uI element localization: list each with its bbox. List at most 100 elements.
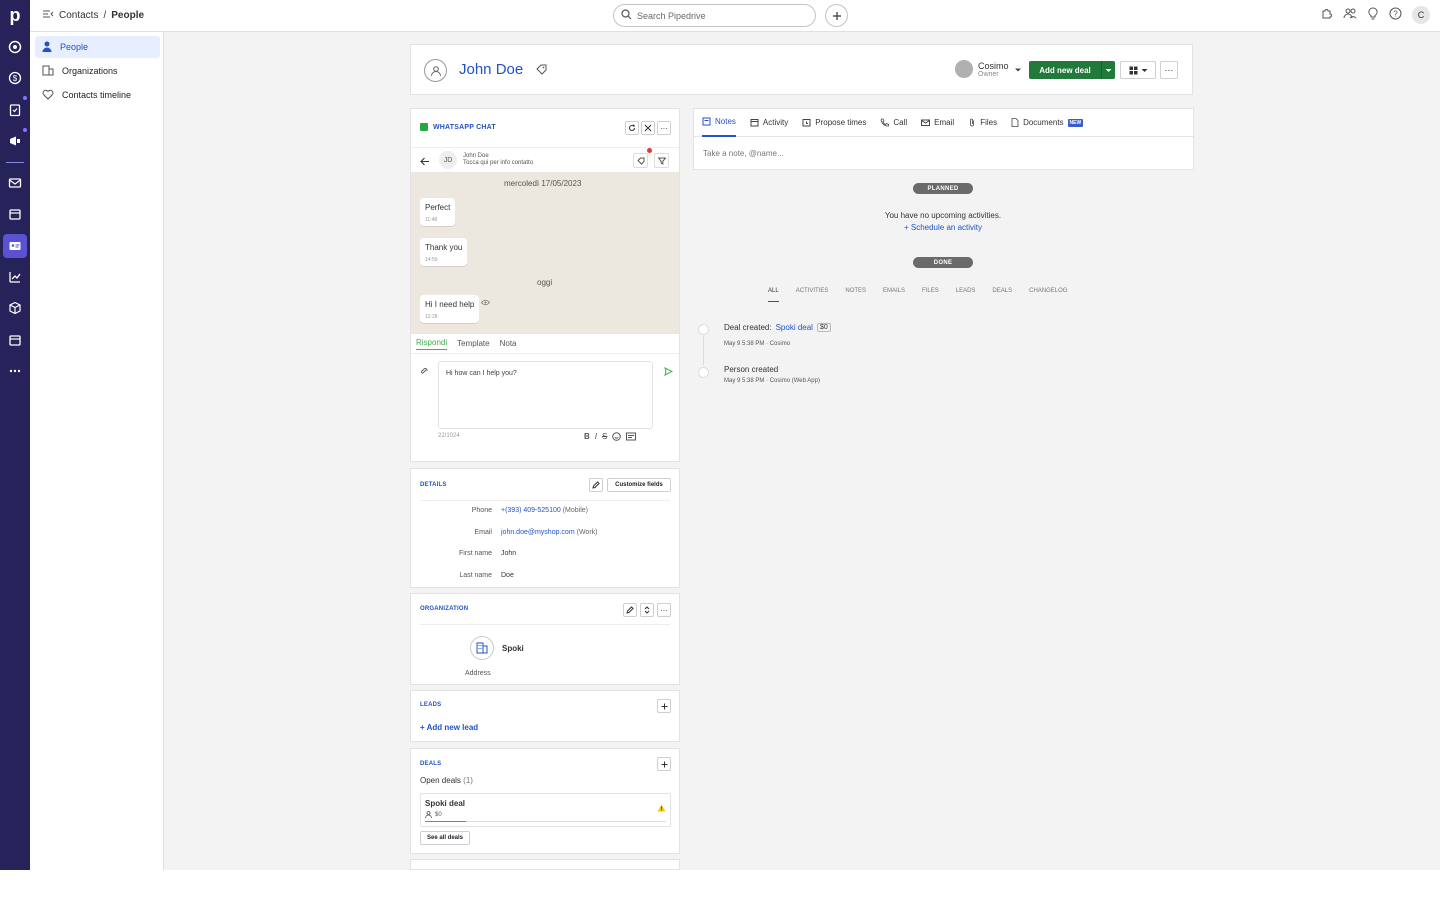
help-icon[interactable]: ?: [1389, 7, 1402, 23]
message-text: Thank you: [425, 243, 463, 252]
target-icon[interactable]: [5, 37, 25, 57]
tab-propose-times[interactable]: Propose times: [802, 109, 866, 137]
whatsapp-more-button[interactable]: ···: [657, 121, 671, 135]
italic-icon[interactable]: I: [595, 432, 597, 443]
planned-badge: PLANNED: [913, 183, 973, 194]
label-tag-button[interactable]: [633, 153, 648, 168]
tab-call[interactable]: Call: [880, 109, 907, 137]
chart-icon[interactable]: [5, 267, 25, 287]
chat-message[interactable]: Hi I need help 12:28: [420, 295, 480, 323]
message-input[interactable]: Hi how can I help you?: [438, 361, 653, 429]
phone-link[interactable]: +(393) 409-525100: [501, 507, 561, 514]
strikethrough-icon[interactable]: S: [602, 432, 607, 443]
filter-notes[interactable]: NOTES: [845, 288, 866, 302]
emoji-icon[interactable]: [612, 432, 622, 443]
tab-activity[interactable]: Activity: [750, 109, 788, 137]
back-arrow-icon[interactable]: [420, 155, 430, 169]
filter-emails[interactable]: EMAILS: [883, 288, 905, 302]
deal-card[interactable]: Spoki deal $0: [420, 793, 671, 827]
send-icon[interactable]: [664, 365, 674, 379]
collapse-button[interactable]: [641, 121, 655, 135]
tasks-icon[interactable]: [5, 100, 25, 120]
filter-leads[interactable]: LEADS: [956, 288, 976, 302]
organization-name[interactable]: Spoki: [502, 644, 524, 653]
attach-icon[interactable]: [420, 365, 428, 379]
template-icon[interactable]: [626, 432, 637, 443]
store-icon[interactable]: [5, 330, 25, 350]
note-input[interactable]: Take a note, @name...: [703, 149, 784, 158]
add-deal-plus-button[interactable]: [657, 757, 671, 771]
schedule-activity-link[interactable]: + Schedule an activity: [843, 223, 1043, 232]
chat-message[interactable]: Perfect 11:48: [420, 198, 456, 226]
tab-rispondi[interactable]: Rispondi: [416, 338, 448, 350]
add-lead-plus-button[interactable]: [657, 699, 671, 713]
filter-all[interactable]: ALL: [768, 288, 779, 302]
owner-selector[interactable]: Cosimo Owner: [955, 60, 1022, 78]
chevron-down-icon: [1141, 68, 1147, 72]
filter-changelog[interactable]: CHANGELOG: [1029, 288, 1067, 302]
calendar-icon[interactable]: [5, 204, 25, 224]
add-new-deal-label: Add new deal: [1039, 65, 1091, 75]
change-organization-button[interactable]: [640, 603, 654, 617]
filter-button[interactable]: [654, 153, 669, 168]
tag-icon[interactable]: [536, 64, 547, 78]
tab-notes[interactable]: Notes: [702, 109, 736, 137]
person-avatar-icon: [424, 59, 447, 82]
filter-activities[interactable]: ACTIVITIES: [796, 288, 829, 302]
more-actions-button[interactable]: ···: [1160, 61, 1178, 79]
sidebar-item-contacts-timeline[interactable]: Contacts timeline: [35, 84, 160, 106]
breadcrumb-root[interactable]: Contacts: [59, 10, 98, 21]
see-all-deals-button[interactable]: See all deals: [420, 831, 470, 845]
tab-documents[interactable]: Documents NEW: [1011, 109, 1084, 137]
divider: [420, 500, 670, 501]
sidebar-item-people[interactable]: People: [35, 36, 160, 58]
search-placeholder: Search Pipedrive: [637, 10, 706, 21]
organization-panel: ORGANIZATION ··· Spoki Address: [410, 593, 680, 685]
add-new-deal-button[interactable]: Add new deal: [1029, 61, 1115, 79]
view-switcher-button[interactable]: [1120, 61, 1156, 79]
refresh-button[interactable]: [625, 121, 639, 135]
chat-messages[interactable]: mercoledì 17/05/2023 Perfect 11:48 Thank…: [411, 172, 679, 334]
edit-organization-button[interactable]: [623, 603, 637, 617]
more-icon[interactable]: [5, 361, 25, 381]
search-input[interactable]: Search Pipedrive: [613, 4, 816, 27]
message-text: Perfect: [425, 203, 451, 212]
puzzle-icon[interactable]: [1320, 7, 1333, 23]
sidebar-item-organizations[interactable]: Organizations: [35, 60, 160, 82]
event-deal-link[interactable]: Spoki deal: [776, 323, 813, 332]
filter-deals[interactable]: DEALS: [992, 288, 1012, 302]
customize-fields-button[interactable]: Customize fields: [607, 478, 671, 492]
menu-collapse-icon[interactable]: [42, 9, 54, 22]
tab-files[interactable]: Files: [968, 109, 997, 137]
add-new-lead-link[interactable]: + Add new lead: [420, 723, 478, 732]
add-deal-dropdown[interactable]: [1101, 61, 1115, 79]
filter-files[interactable]: FILES: [922, 288, 939, 302]
chat-message[interactable]: Thank you 14:59: [420, 238, 468, 266]
box-icon[interactable]: [5, 298, 25, 318]
edit-details-button[interactable]: [589, 478, 603, 492]
quick-add-button[interactable]: [825, 4, 848, 27]
email-link[interactable]: john.doe@myshop.com: [501, 529, 575, 536]
users-icon[interactable]: [1343, 7, 1357, 23]
timeline-event-deal: Deal created: Spoki deal $0: [724, 323, 831, 332]
user-avatar[interactable]: C: [1412, 6, 1430, 24]
dollar-icon[interactable]: $: [5, 68, 25, 88]
nav-rail: p $: [0, 0, 30, 870]
last-name-value[interactable]: Doe: [501, 572, 514, 579]
tab-nota[interactable]: Nota: [500, 339, 517, 348]
lightbulb-icon[interactable]: [1367, 7, 1379, 23]
megaphone-icon[interactable]: [5, 131, 25, 151]
tab-email[interactable]: Email: [921, 109, 954, 137]
search-icon: [621, 9, 632, 22]
person-name[interactable]: John Doe: [459, 61, 523, 78]
pipedrive-logo[interactable]: p: [0, 0, 30, 32]
detail-label: Last name: [459, 572, 492, 579]
contacts-icon[interactable]: [3, 234, 27, 258]
tab-template[interactable]: Template: [457, 339, 489, 348]
mail-icon[interactable]: [5, 173, 25, 193]
organization-more-button[interactable]: ···: [657, 603, 671, 617]
bold-icon[interactable]: B: [584, 432, 590, 443]
deal-name[interactable]: Spoki deal: [425, 799, 465, 808]
first-name-value[interactable]: John: [501, 550, 516, 557]
whatsapp-contact-bar[interactable]: JD John Doe Tocca qui per info contatto: [411, 147, 679, 172]
